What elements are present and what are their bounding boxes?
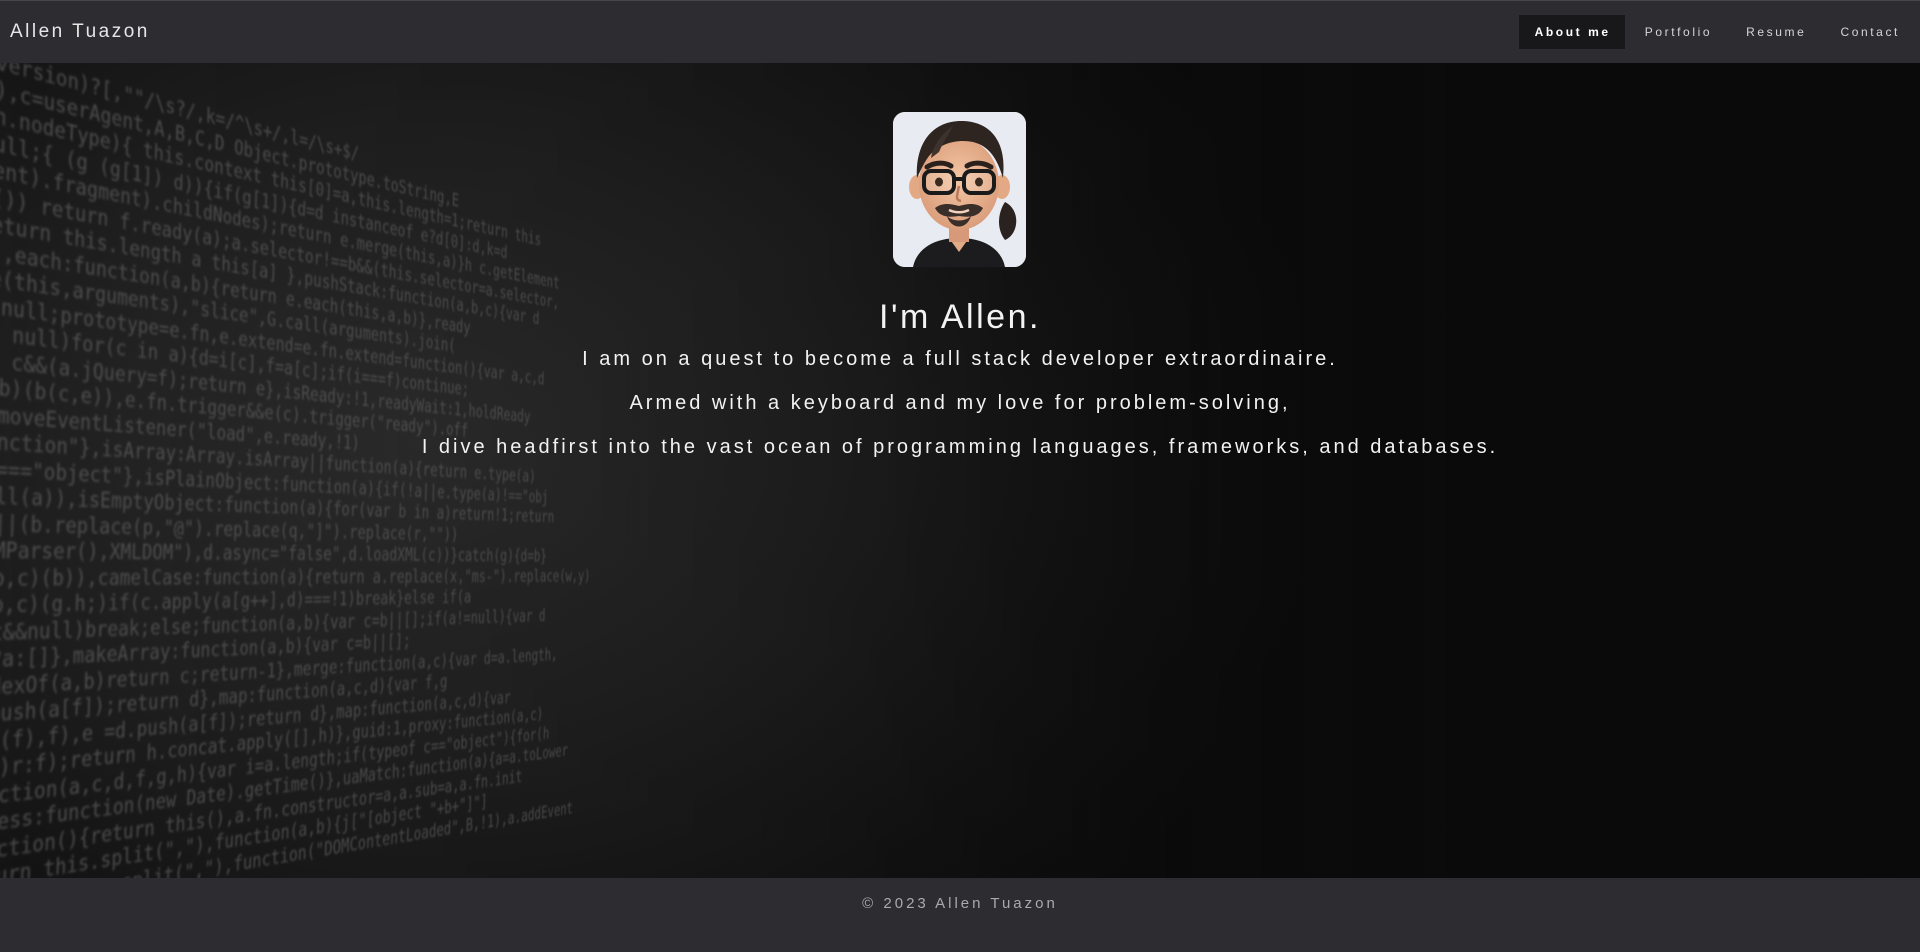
nav-item-portfolio[interactable]: Portfolio [1629, 15, 1726, 49]
memoji-avatar-icon [893, 112, 1026, 267]
nav-item-resume[interactable]: Resume [1730, 15, 1820, 49]
main-nav: About me Portfolio Resume Contact [1515, 15, 1914, 49]
nav-item-about-me[interactable]: About me [1518, 15, 1625, 49]
footer-copyright: © 2023 Allen Tuazon [862, 895, 1058, 912]
nav-item-contact[interactable]: Contact [1824, 15, 1914, 49]
hero-line-1: I am on a quest to become a full stack d… [582, 348, 1338, 370]
hero-title: I'm Allen. [879, 298, 1041, 336]
hero-line-3: I dive headfirst into the vast ocean of … [421, 436, 1499, 458]
page-footer: © 2023 Allen Tuazon [0, 878, 1920, 952]
hero-line-2: Armed with a keyboard and my love for pr… [629, 392, 1291, 414]
brand-link[interactable]: Allen Tuazon [10, 21, 150, 43]
avatar [893, 112, 1026, 267]
top-navbar: Allen Tuazon About me Portfolio Resume C… [0, 0, 1920, 63]
hero-section: .version)?[,""/\s?/,k=/^\s+/,l=/\s+$/ ])… [0, 63, 1920, 878]
